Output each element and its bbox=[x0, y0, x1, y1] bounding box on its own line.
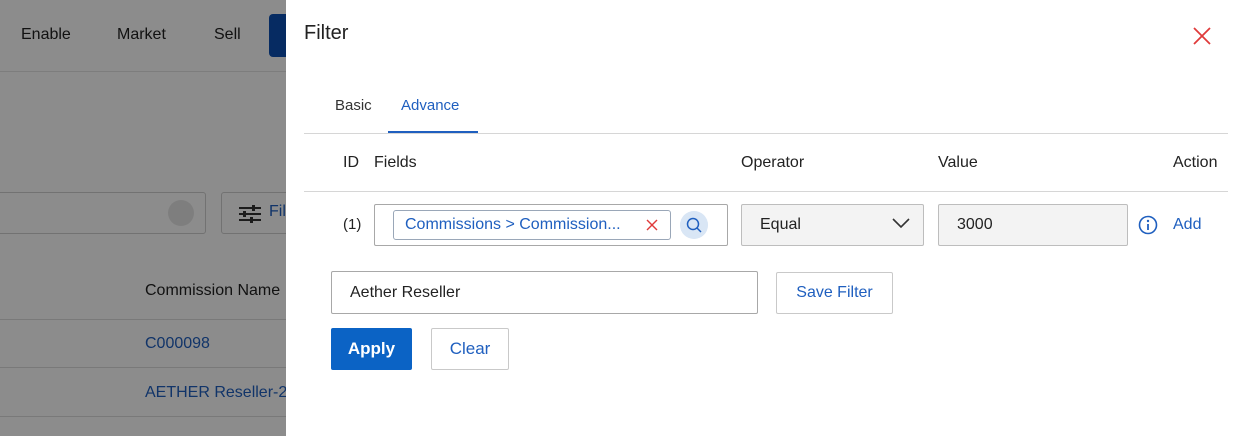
column-header-fields: Fields bbox=[374, 154, 417, 171]
tabs-divider bbox=[304, 133, 1228, 134]
apply-button[interactable]: Apply bbox=[331, 328, 412, 370]
chevron-down-icon bbox=[892, 218, 910, 229]
column-header-id: ID bbox=[343, 154, 359, 171]
header-divider bbox=[304, 191, 1228, 192]
row-id: (1) bbox=[343, 216, 362, 233]
tab-basic[interactable]: Basic bbox=[335, 97, 372, 114]
drawer-title: Filter bbox=[304, 22, 349, 44]
column-header-action: Action bbox=[1173, 154, 1218, 171]
value-input[interactable] bbox=[938, 204, 1128, 246]
tab-advance[interactable]: Advance bbox=[401, 97, 459, 114]
close-icon[interactable] bbox=[1192, 26, 1212, 46]
filter-drawer: Filter Basic Advance ID Fields Operator … bbox=[286, 0, 1246, 436]
info-icon[interactable] bbox=[1138, 215, 1158, 235]
close-icon[interactable] bbox=[646, 219, 658, 231]
column-header-value: Value bbox=[938, 154, 978, 171]
add-row-link[interactable]: Add bbox=[1173, 216, 1201, 234]
field-chip-label: Commissions > Commission... bbox=[405, 216, 621, 233]
search-icon[interactable] bbox=[680, 211, 708, 239]
operator-value: Equal bbox=[760, 216, 801, 233]
column-header-operator: Operator bbox=[741, 154, 805, 171]
clear-button[interactable]: Clear bbox=[431, 328, 509, 370]
save-filter-button[interactable]: Save Filter bbox=[776, 272, 893, 314]
filter-name-input[interactable] bbox=[331, 271, 758, 314]
